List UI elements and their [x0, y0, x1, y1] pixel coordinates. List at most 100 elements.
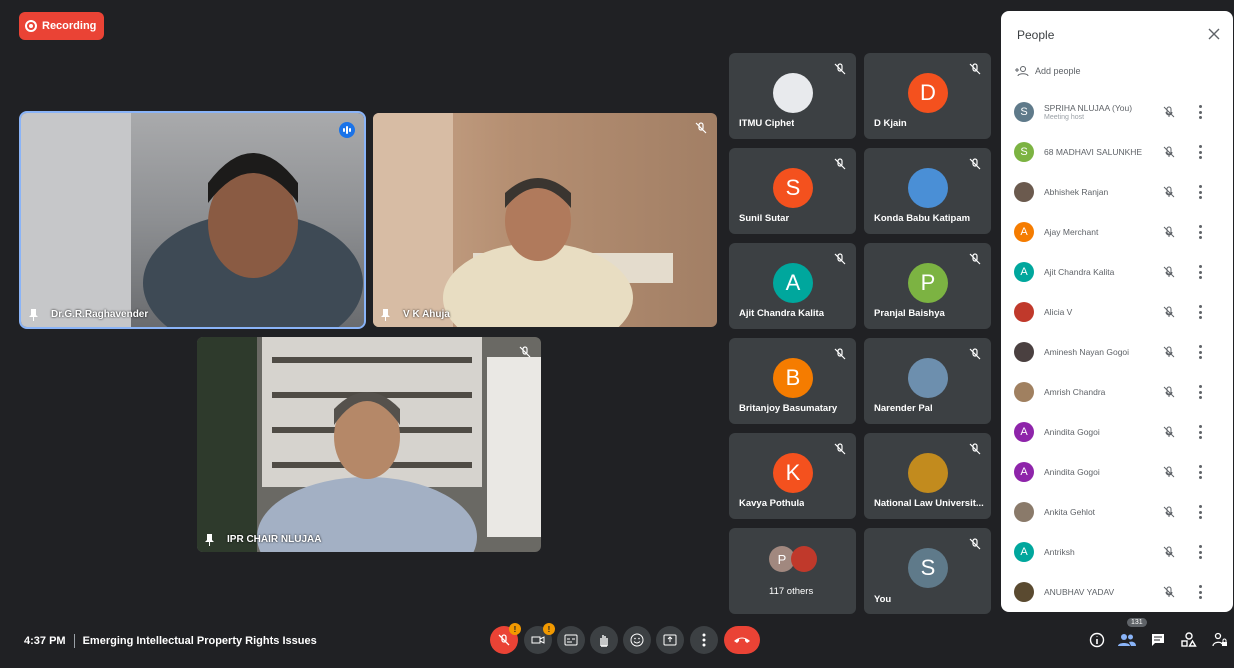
more-vert-icon[interactable]	[1197, 105, 1203, 119]
video-tile-raghavender[interactable]: Dr.G.R.Raghavender	[19, 111, 366, 329]
activities-button[interactable]	[1179, 630, 1199, 650]
participant-tile[interactable]: Narender Pal	[864, 338, 991, 424]
participant-count: 131	[1127, 618, 1147, 627]
speaking-indicator-icon	[339, 122, 355, 138]
avatar: S	[908, 548, 948, 588]
participant-row[interactable]: Aminesh Nayan Gogoi	[1001, 332, 1233, 372]
participant-tile[interactable]: Konda Babu Katipam	[864, 148, 991, 234]
muted-mic-icon[interactable]	[1163, 306, 1175, 318]
avatar	[1014, 342, 1034, 362]
participant-row[interactable]: A Ajit Chandra Kalita	[1001, 252, 1233, 292]
participant-name: Aminesh Nayan Gogoi	[1044, 347, 1130, 357]
more-vert-icon[interactable]	[1197, 465, 1203, 479]
more-vert-icon[interactable]	[1197, 505, 1203, 519]
raise-hand-button[interactable]	[590, 626, 618, 654]
add-people-button[interactable]: Add people	[1015, 65, 1081, 77]
avatar: A	[1014, 462, 1034, 482]
more-vert-icon[interactable]	[1197, 225, 1203, 239]
muted-mic-icon	[834, 158, 846, 170]
more-vert-icon[interactable]	[1197, 265, 1203, 279]
participant-tile[interactable]: S You	[864, 528, 991, 614]
muted-mic-icon[interactable]	[1163, 146, 1175, 158]
more-options-button[interactable]	[690, 626, 718, 654]
reactions-button[interactable]	[623, 626, 651, 654]
present-screen-button[interactable]	[656, 626, 684, 654]
people-button[interactable]	[1117, 630, 1137, 650]
pin-icon[interactable]	[205, 534, 214, 546]
captions-button[interactable]	[557, 626, 585, 654]
muted-mic-icon[interactable]	[1163, 426, 1175, 438]
participant-tile[interactable]: National Law Universit...	[864, 433, 991, 519]
participant-tile[interactable]: K Kavya Pothula	[729, 433, 856, 519]
muted-mic-icon[interactable]	[1163, 186, 1175, 198]
participant-info: Ajay Merchant	[1044, 227, 1154, 237]
participant-name: Ajay Merchant	[1044, 227, 1099, 237]
participant-tile[interactable]: ITMU Ciphet	[729, 53, 856, 139]
participant-name: ANUBHAV YADAV	[1044, 587, 1115, 597]
participant-row[interactable]: S SPRIHA NLUJAA (You) Meeting host	[1001, 92, 1233, 132]
participant-tile[interactable]: P Pranjal Baishya	[864, 243, 991, 329]
muted-mic-icon[interactable]	[1163, 106, 1175, 118]
record-icon	[25, 20, 37, 32]
muted-mic-icon[interactable]	[1163, 266, 1175, 278]
participant-row[interactable]: A Anindita Gogoi	[1001, 452, 1233, 492]
participant-row[interactable]: Ankita Gehlot	[1001, 492, 1233, 532]
participant-row[interactable]: A Antriksh	[1001, 532, 1233, 572]
close-icon[interactable]	[1207, 27, 1221, 41]
meeting-info: 4:37 PM Emerging Intellectual Property R…	[24, 634, 317, 648]
more-vert-icon[interactable]	[1197, 385, 1203, 399]
participant-row[interactable]: S 68 MADHAVI SALUNKHE	[1001, 132, 1233, 172]
participant-row[interactable]: A Ajay Merchant	[1001, 212, 1233, 252]
avatar: A	[1014, 542, 1034, 562]
video-tile-ahuja[interactable]: V K Ahuja	[373, 113, 717, 327]
emoji-icon	[630, 633, 644, 647]
participant-row[interactable]: ANUBHAV YADAV	[1001, 572, 1233, 612]
participant-row[interactable]: Alicia V	[1001, 292, 1233, 332]
more-vert-icon[interactable]	[1197, 585, 1203, 599]
participant-video	[197, 337, 541, 552]
hand-icon	[600, 635, 608, 647]
participant-name: Amrish Chandra	[1044, 387, 1106, 397]
host-controls-button[interactable]	[1210, 630, 1230, 650]
recording-badge[interactable]: Recording	[19, 12, 105, 40]
participant-info: Abhishek Ranjan	[1044, 187, 1154, 197]
more-vert-icon[interactable]	[1197, 145, 1203, 159]
participant-tile[interactable]: A Ajit Chandra Kalita	[729, 243, 856, 329]
participant-tile[interactable]: B Britanjoy Basumatary	[729, 338, 856, 424]
meeting-details-button[interactable]	[1087, 630, 1107, 650]
participant-list: S SPRIHA NLUJAA (You) Meeting host S 68 MADH…	[1001, 92, 1233, 612]
chat-button[interactable]	[1148, 630, 1168, 650]
pin-icon[interactable]	[381, 309, 390, 321]
participant-tile[interactable]: S Sunil Sutar	[729, 148, 856, 234]
more-vert-icon[interactable]	[1197, 305, 1203, 319]
participant-row[interactable]: A Anindita Gogoi	[1001, 412, 1233, 452]
participant-name: Ajit Chandra Kalita	[739, 308, 824, 319]
muted-mic-icon[interactable]	[1163, 586, 1175, 598]
participant-row[interactable]: Abhishek Ranjan	[1001, 172, 1233, 212]
muted-mic-icon[interactable]	[1163, 346, 1175, 358]
participant-tile[interactable]: DD Kjain	[864, 53, 991, 139]
muted-mic-icon	[695, 122, 707, 134]
muted-mic-icon	[969, 443, 981, 455]
mic-toggle-button[interactable]: !	[490, 623, 521, 654]
participant-tile[interactable]: P 117 others	[729, 528, 856, 614]
participant-name: National Law Universit...	[874, 498, 984, 509]
muted-mic-icon[interactable]	[1163, 226, 1175, 238]
divider	[73, 634, 75, 648]
avatar: A	[1014, 422, 1034, 442]
muted-mic-icon[interactable]	[1163, 386, 1175, 398]
camera-toggle-button[interactable]: !	[524, 623, 555, 654]
participant-name: Ankita Gehlot	[1044, 507, 1096, 517]
more-vert-icon[interactable]	[1197, 345, 1203, 359]
more-vert-icon[interactable]	[1197, 425, 1203, 439]
muted-mic-icon[interactable]	[1163, 466, 1175, 478]
muted-mic-icon[interactable]	[1163, 546, 1175, 558]
muted-mic-icon[interactable]	[1163, 506, 1175, 518]
pin-icon[interactable]	[29, 309, 38, 321]
more-vert-icon[interactable]	[1197, 185, 1203, 199]
leave-call-button[interactable]	[724, 626, 760, 654]
participant-row[interactable]: Amrish Chandra	[1001, 372, 1233, 412]
participant-role: Meeting host	[1044, 114, 1085, 121]
video-tile-ipr-chair[interactable]: IPR CHAIR NLUJAA	[197, 337, 541, 552]
more-vert-icon[interactable]	[1197, 545, 1203, 559]
